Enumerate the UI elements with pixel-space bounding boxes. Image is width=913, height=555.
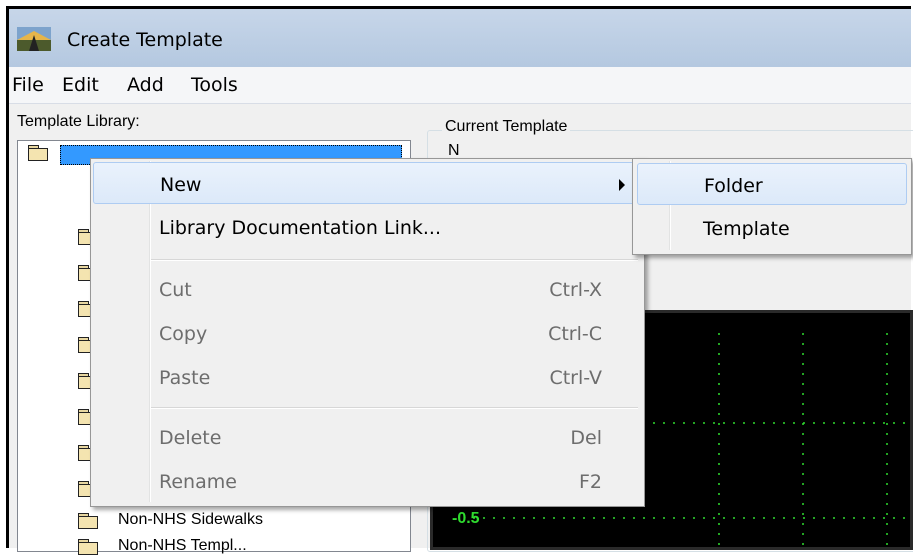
menu-item-label: Copy	[159, 323, 208, 345]
context-menu: New Library Documentation Link... Cut Ct…	[90, 158, 645, 507]
menu-separator	[151, 259, 638, 261]
menu-item-shortcut: F2	[578, 471, 602, 493]
tree-item-non-nhs-templates[interactable]: Non-NHS Templ...	[118, 537, 247, 555]
menu-item-shortcut: Ctrl-X	[549, 279, 602, 301]
menu-item-label: Folder	[704, 175, 763, 197]
context-menu-rename[interactable]: Rename F2	[93, 460, 640, 502]
folder-icon	[78, 539, 98, 555]
title-bar: Create Template	[9, 9, 911, 67]
app-logo-icon	[17, 27, 51, 51]
window-title: Create Template	[67, 29, 223, 51]
context-menu-copy[interactable]: Copy Ctrl-C	[93, 312, 640, 354]
menu-item-label: Template	[703, 218, 790, 240]
submenu-template[interactable]: Template	[637, 207, 907, 249]
submenu-arrow-icon	[619, 179, 625, 191]
context-menu-paste[interactable]: Paste Ctrl-V	[93, 356, 640, 398]
menu-item-label: Paste	[159, 367, 211, 389]
context-menu-cut[interactable]: Cut Ctrl-X	[93, 268, 640, 310]
menu-bar: File Edit Add Tools	[9, 67, 911, 104]
context-menu-new[interactable]: New	[93, 162, 640, 204]
submenu-folder[interactable]: Folder	[637, 163, 907, 205]
menu-item-shortcut: Ctrl-C	[548, 323, 602, 345]
template-library-label: Template Library:	[17, 113, 140, 130]
menu-item-shortcut: Ctrl-V	[549, 367, 602, 389]
new-submenu: Folder Template	[632, 158, 912, 255]
tree-item-non-nhs-sidewalks[interactable]: Non-NHS Sidewalks	[118, 511, 263, 529]
menu-item-label: Rename	[159, 471, 237, 493]
menu-file[interactable]: File	[12, 74, 44, 96]
current-template-label: Current Template	[442, 118, 571, 136]
menu-item-label: Delete	[159, 427, 222, 449]
menu-tools[interactable]: Tools	[191, 74, 238, 96]
menu-item-label: Library Documentation Link...	[159, 217, 442, 239]
context-menu-delete[interactable]: Delete Del	[93, 416, 640, 458]
menu-item-label: New	[160, 174, 202, 196]
menu-item-shortcut: Del	[570, 427, 602, 449]
menu-item-label: Cut	[159, 279, 192, 301]
root-folder-icon	[28, 145, 48, 161]
folder-icon	[78, 513, 98, 529]
menu-edit[interactable]: Edit	[62, 74, 99, 96]
menu-separator	[151, 407, 638, 409]
context-menu-library-documentation-link[interactable]: Library Documentation Link...	[93, 206, 640, 248]
canvas-axis-value: -0.5	[452, 510, 480, 527]
menu-add[interactable]: Add	[127, 74, 164, 96]
